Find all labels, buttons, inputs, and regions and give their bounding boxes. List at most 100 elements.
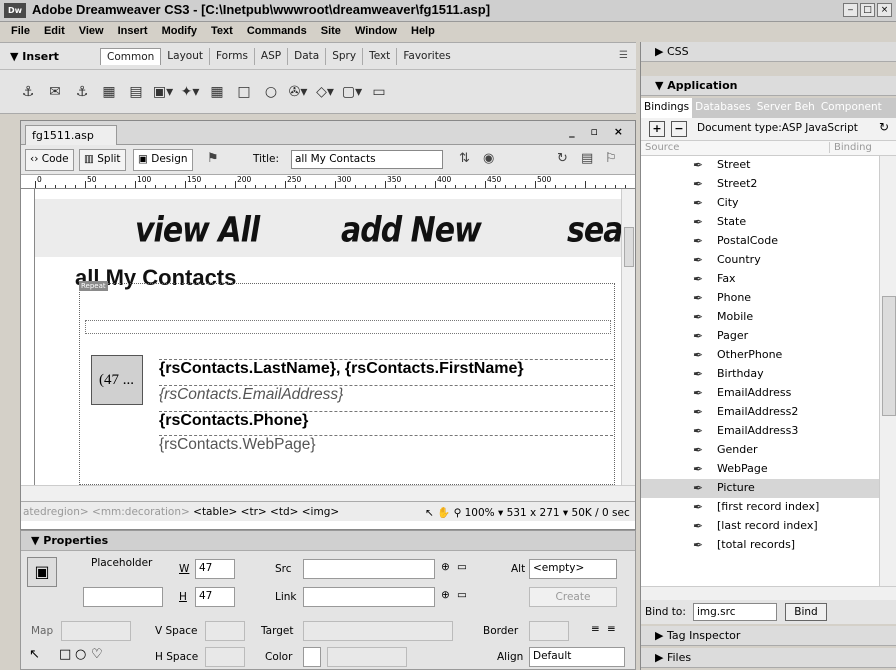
browse-folder-icon[interactable]: ▭ bbox=[457, 561, 467, 573]
date-icon[interactable]: ▦ bbox=[207, 82, 227, 102]
binding-item[interactable]: ✒ Birthday bbox=[641, 365, 879, 384]
insert-tab-asp[interactable]: ASP bbox=[255, 48, 289, 65]
document-horizontal-scrollbar[interactable] bbox=[21, 485, 635, 501]
map-input[interactable] bbox=[61, 621, 131, 641]
menu-help[interactable]: Help bbox=[404, 22, 442, 42]
binding-item[interactable]: ✒ EmailAddress2 bbox=[641, 403, 879, 422]
tag-selector-tags[interactable]: <table> <tr> <td> <img> bbox=[193, 506, 339, 518]
color-swatch[interactable] bbox=[303, 647, 321, 667]
nav-add-new[interactable]: add New bbox=[341, 210, 482, 250]
binding-item[interactable]: ✒ EmailAddress bbox=[641, 384, 879, 403]
tag-selector-dim[interactable]: atedregion> <mm:decoration> bbox=[23, 506, 190, 518]
bindings-horizontal-scrollbar[interactable] bbox=[641, 586, 896, 600]
preview-browser-icon[interactable]: ◉ bbox=[483, 151, 494, 166]
tab-server-behaviors[interactable]: Server Beh bbox=[754, 98, 818, 118]
binding-item[interactable]: ✒ State bbox=[641, 213, 879, 232]
width-input[interactable]: 47 bbox=[195, 559, 235, 579]
snippet-icon[interactable]: ▭ bbox=[369, 82, 389, 102]
placeholder-name-input[interactable] bbox=[83, 587, 163, 607]
vspace-input[interactable] bbox=[205, 621, 245, 641]
menu-edit[interactable]: Edit bbox=[37, 22, 72, 42]
tag-selector[interactable]: atedregion> <mm:decoration> <table> <tr>… bbox=[23, 506, 339, 518]
select-tool-icon[interactable]: ↖ bbox=[425, 507, 434, 519]
oval-hotspot-icon[interactable]: ○ bbox=[75, 647, 86, 662]
color-input[interactable] bbox=[327, 647, 407, 667]
scroll-thumb[interactable] bbox=[882, 296, 896, 416]
menu-window[interactable]: Window bbox=[348, 22, 404, 42]
binding-item[interactable]: ✒ Phone bbox=[641, 289, 879, 308]
source-column[interactable]: Source bbox=[645, 142, 679, 153]
binding-item[interactable]: ✒ [first record index] bbox=[641, 498, 879, 517]
insert-tab-data[interactable]: Data bbox=[288, 48, 327, 65]
tab-databases[interactable]: Databases bbox=[692, 98, 754, 118]
css-panel-header[interactable]: ▶ CSS bbox=[641, 42, 896, 62]
panel-options-icon[interactable]: ☰ bbox=[619, 50, 628, 61]
link-point-to-file-icon[interactable]: ⊕ bbox=[441, 589, 450, 601]
binding-item[interactable]: ✒ Mobile bbox=[641, 308, 879, 327]
tag-inspector-header[interactable]: ▶ Tag Inspector bbox=[641, 626, 896, 646]
live-data-icon[interactable]: ⚑ bbox=[207, 151, 219, 166]
menu-insert[interactable]: Insert bbox=[111, 22, 155, 42]
page-title-input[interactable]: all My Contacts bbox=[291, 150, 443, 169]
window-size[interactable]: 531 x 271 bbox=[507, 507, 560, 519]
menu-view[interactable]: View bbox=[72, 22, 111, 42]
image-icon[interactable]: ▣▾ bbox=[153, 82, 173, 102]
media-icon[interactable]: ✦▾ bbox=[180, 82, 200, 102]
document-tab[interactable]: fg1511.asp bbox=[25, 125, 117, 145]
binding-item[interactable]: ✒ Fax bbox=[641, 270, 879, 289]
scroll-thumb[interactable] bbox=[624, 227, 634, 267]
add-binding-button[interactable]: + bbox=[649, 121, 665, 137]
hyperlink-icon[interactable]: ⚓ bbox=[18, 82, 38, 102]
pointer-hotspot-icon[interactable]: ↖ bbox=[29, 647, 40, 662]
binding-item[interactable]: ✒ [total records] bbox=[641, 536, 879, 555]
binding-item[interactable]: ✒ OtherPhone bbox=[641, 346, 879, 365]
email-icon[interactable]: ✉ bbox=[45, 82, 65, 102]
binding-web[interactable]: {rsContacts.WebPage} bbox=[159, 435, 613, 454]
split-view-button[interactable]: ▥ Split bbox=[79, 149, 126, 171]
binding-item[interactable]: ✒ PostalCode bbox=[641, 232, 879, 251]
nav-search[interactable]: sea bbox=[567, 210, 621, 250]
file-management-icon[interactable]: ⇅ bbox=[459, 151, 470, 166]
insert-tab-favorites[interactable]: Favorites bbox=[397, 48, 456, 65]
src-input[interactable] bbox=[303, 559, 435, 579]
binding-item[interactable]: ✒ WebPage bbox=[641, 460, 879, 479]
alt-input[interactable]: <empty> bbox=[529, 559, 617, 579]
head-icon[interactable]: ○ bbox=[261, 82, 281, 102]
hand-tool-icon[interactable]: ✋ bbox=[437, 507, 450, 519]
align-select[interactable]: Default bbox=[529, 647, 625, 667]
link-input[interactable] bbox=[303, 587, 435, 607]
visual-aids-icon[interactable]: ⚐ bbox=[605, 151, 617, 166]
nav-view-all[interactable]: view All bbox=[135, 210, 260, 250]
rect-hotspot-icon[interactable]: □ bbox=[59, 647, 71, 662]
remove-binding-button[interactable]: − bbox=[671, 121, 687, 137]
bindings-vertical-scrollbar[interactable] bbox=[879, 156, 896, 586]
document-window-controls[interactable]: _ ▫ × bbox=[569, 125, 629, 138]
document-vertical-scrollbar[interactable] bbox=[621, 189, 635, 485]
insert-tab-text[interactable]: Text bbox=[363, 48, 398, 65]
repeat-region[interactable] bbox=[79, 283, 615, 485]
code-view-button[interactable]: ‹› Code bbox=[25, 149, 74, 171]
poly-hotspot-icon[interactable]: ♡ bbox=[91, 647, 103, 662]
tag-chooser-icon[interactable]: ▢▾ bbox=[342, 82, 362, 102]
maximize-button[interactable]: □ bbox=[860, 3, 875, 17]
design-view-button[interactable]: ▣ Design bbox=[133, 149, 193, 171]
binding-item[interactable]: ✒ Picture bbox=[641, 479, 879, 498]
align-left-icon[interactable]: ≡ bbox=[591, 623, 600, 635]
script-icon[interactable]: ✇▾ bbox=[288, 82, 308, 102]
menu-file[interactable]: File bbox=[4, 22, 37, 42]
insert-tab-spry[interactable]: Spry bbox=[326, 48, 364, 65]
div-icon[interactable]: ▤ bbox=[126, 82, 146, 102]
menu-commands[interactable]: Commands bbox=[240, 22, 314, 42]
table-icon[interactable]: ▦ bbox=[99, 82, 119, 102]
binding-item[interactable]: ✒ Street bbox=[641, 156, 879, 175]
binding-column[interactable]: Binding bbox=[829, 142, 872, 153]
binding-item[interactable]: ✒ Country bbox=[641, 251, 879, 270]
tab-bindings[interactable]: Bindings bbox=[641, 98, 693, 118]
zoom-level[interactable]: 100% bbox=[465, 507, 495, 519]
binding-item[interactable]: ✒ [last record index] bbox=[641, 517, 879, 536]
point-to-file-icon[interactable]: ⊕ bbox=[441, 561, 450, 573]
insert-panel-label[interactable]: ▼ Insert bbox=[10, 50, 59, 63]
close-button[interactable]: × bbox=[877, 3, 892, 17]
border-input[interactable] bbox=[529, 621, 569, 641]
bind-button[interactable]: Bind bbox=[785, 603, 827, 621]
